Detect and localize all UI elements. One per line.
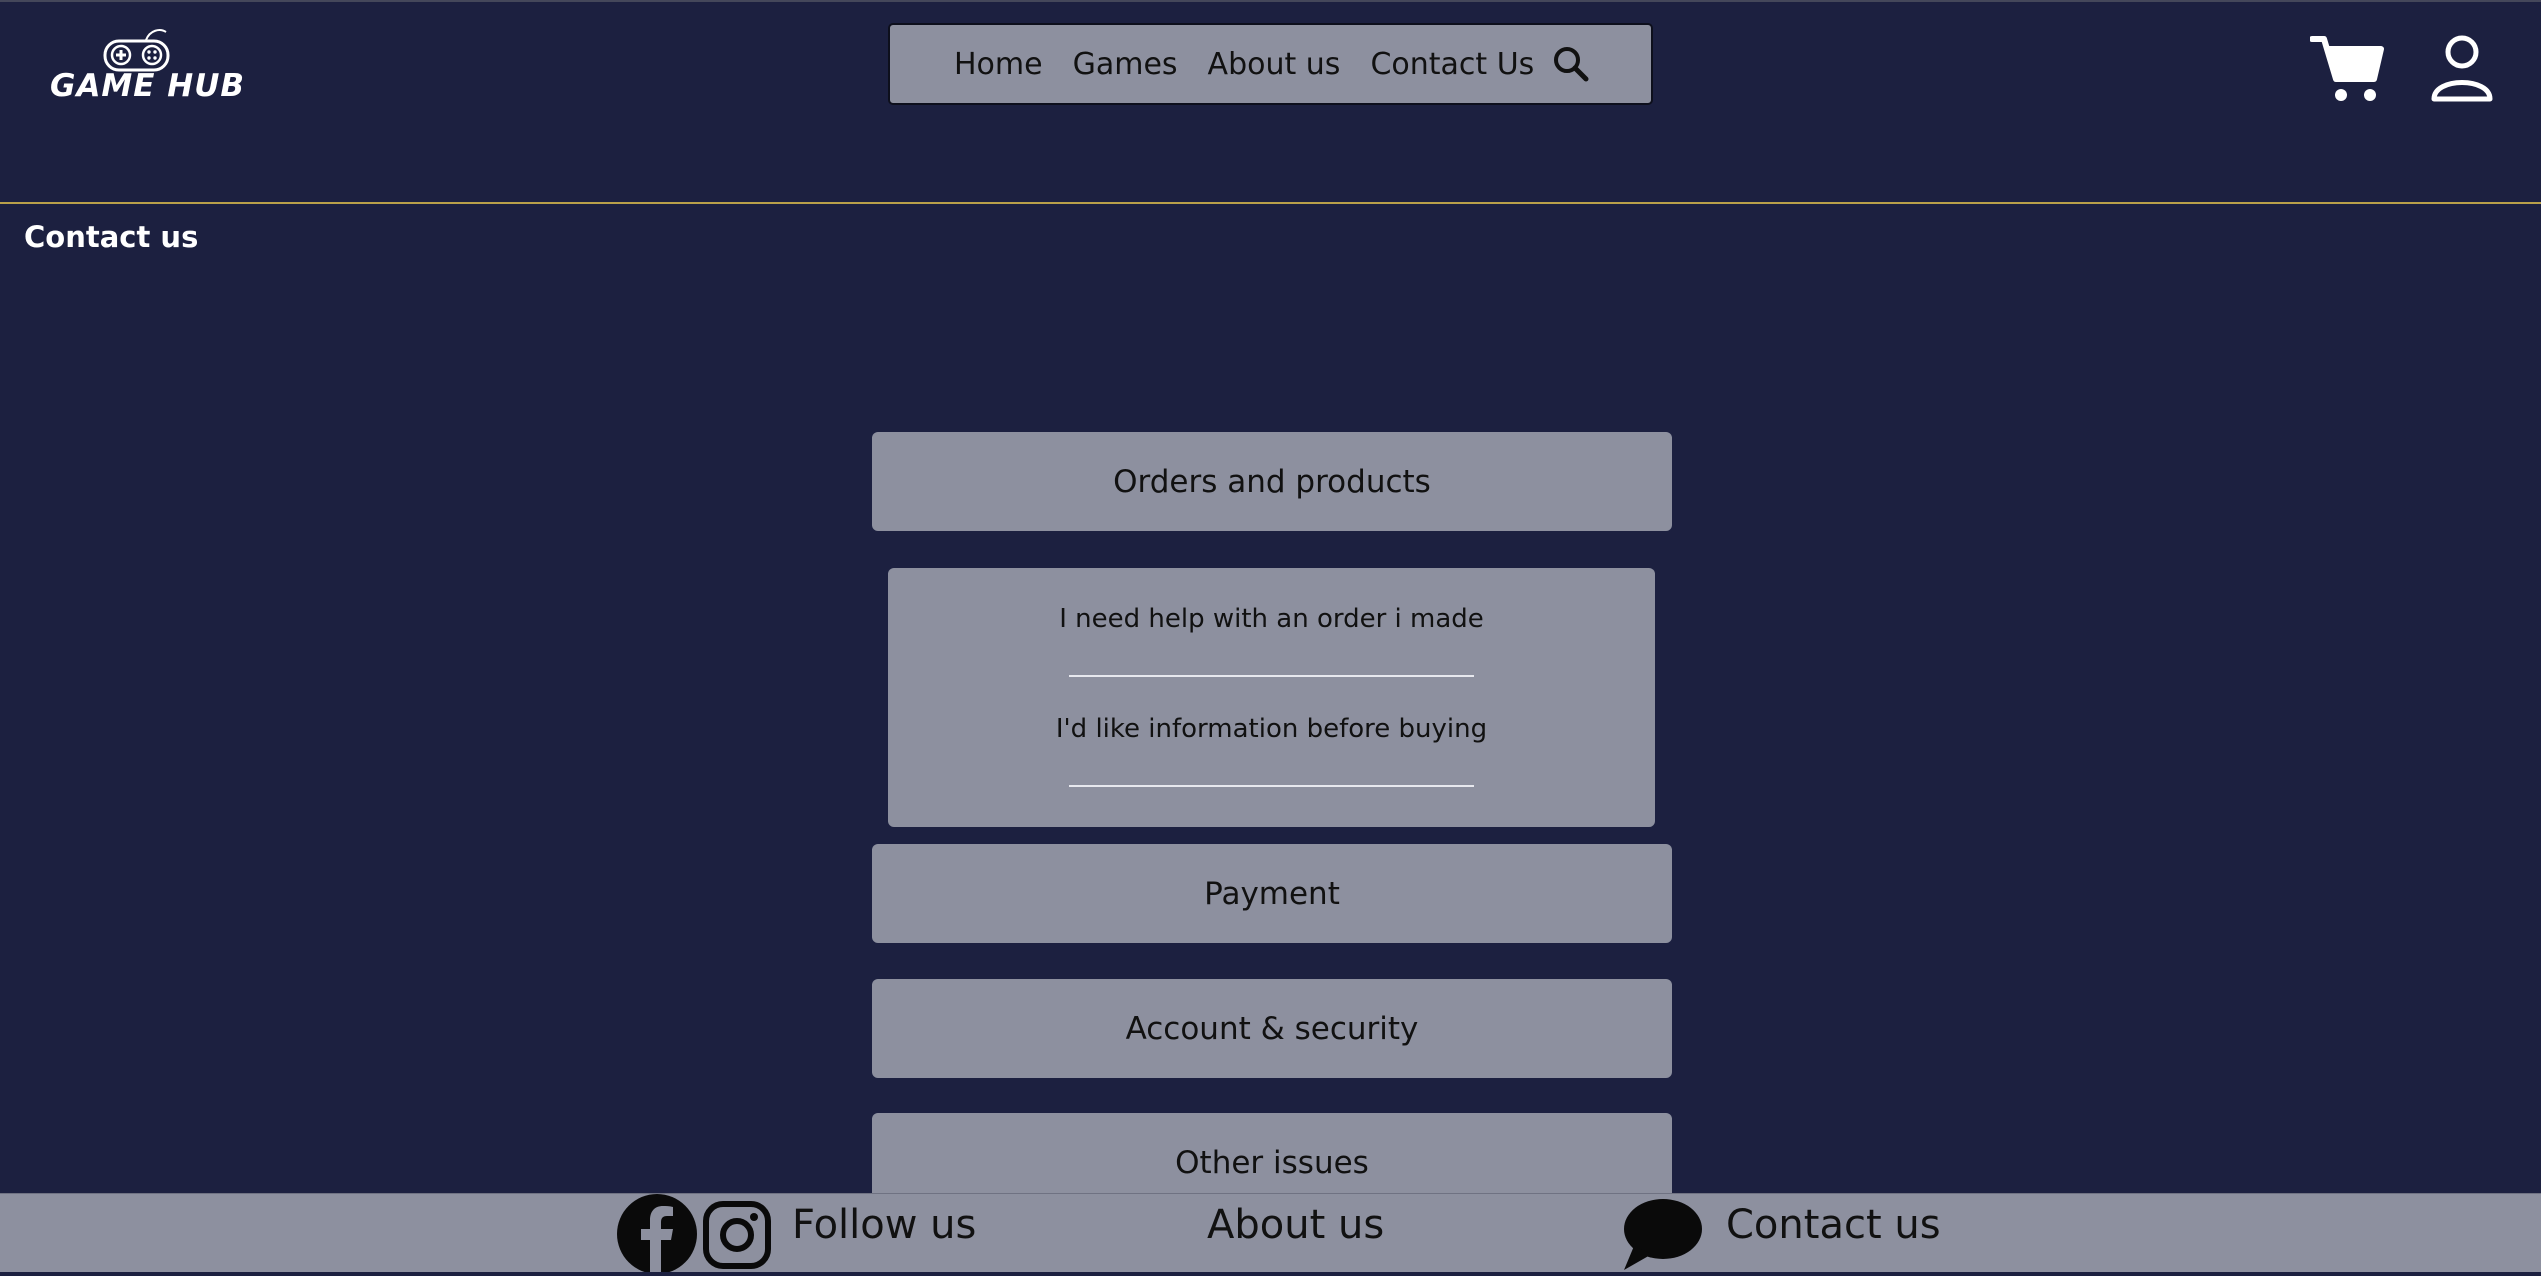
header-divider bbox=[0, 202, 2541, 204]
page-title: Contact us bbox=[24, 220, 199, 254]
nav-home-link[interactable]: Home bbox=[954, 47, 1043, 82]
chat-bubble-icon[interactable] bbox=[1620, 1198, 1702, 1276]
cart-icon[interactable] bbox=[2309, 33, 2384, 109]
orders-subtopics-panel: I need help with an order i made I'd lik… bbox=[888, 568, 1655, 827]
facebook-icon[interactable] bbox=[617, 1194, 697, 1276]
follow-us-text: Follow us bbox=[792, 1202, 977, 1248]
orders-and-products-button[interactable]: Orders and products bbox=[872, 432, 1672, 531]
nav-games-link[interactable]: Games bbox=[1073, 47, 1178, 82]
game-hub-logo[interactable]: GAME HUB bbox=[50, 28, 245, 113]
instagram-icon[interactable] bbox=[702, 1200, 772, 1274]
top-border bbox=[0, 0, 2541, 2]
nav-about-link[interactable]: About us bbox=[1208, 47, 1341, 82]
footer-contact-link[interactable]: Contact us bbox=[1726, 1202, 1941, 1248]
account-security-button[interactable]: Account & security bbox=[872, 979, 1672, 1078]
user-icon[interactable] bbox=[2430, 33, 2494, 107]
gamepad-icon bbox=[103, 29, 170, 72]
option-divider bbox=[1069, 675, 1474, 677]
search-icon[interactable] bbox=[1550, 43, 1592, 89]
order-help-option[interactable]: I need help with an order i made bbox=[888, 604, 1655, 634]
nav-contact-link[interactable]: Contact Us bbox=[1370, 47, 1534, 82]
option-divider bbox=[1069, 785, 1474, 787]
brand-name: GAME HUB bbox=[50, 68, 245, 104]
info-before-buying-option[interactable]: I'd like information before buying bbox=[888, 714, 1655, 744]
footer-about-link[interactable]: About us bbox=[1207, 1202, 1384, 1248]
footer: Follow us About us Contact us bbox=[0, 1193, 2541, 1274]
payment-button[interactable]: Payment bbox=[872, 844, 1672, 943]
main-nav: Home Games About us Contact Us bbox=[888, 23, 1653, 105]
